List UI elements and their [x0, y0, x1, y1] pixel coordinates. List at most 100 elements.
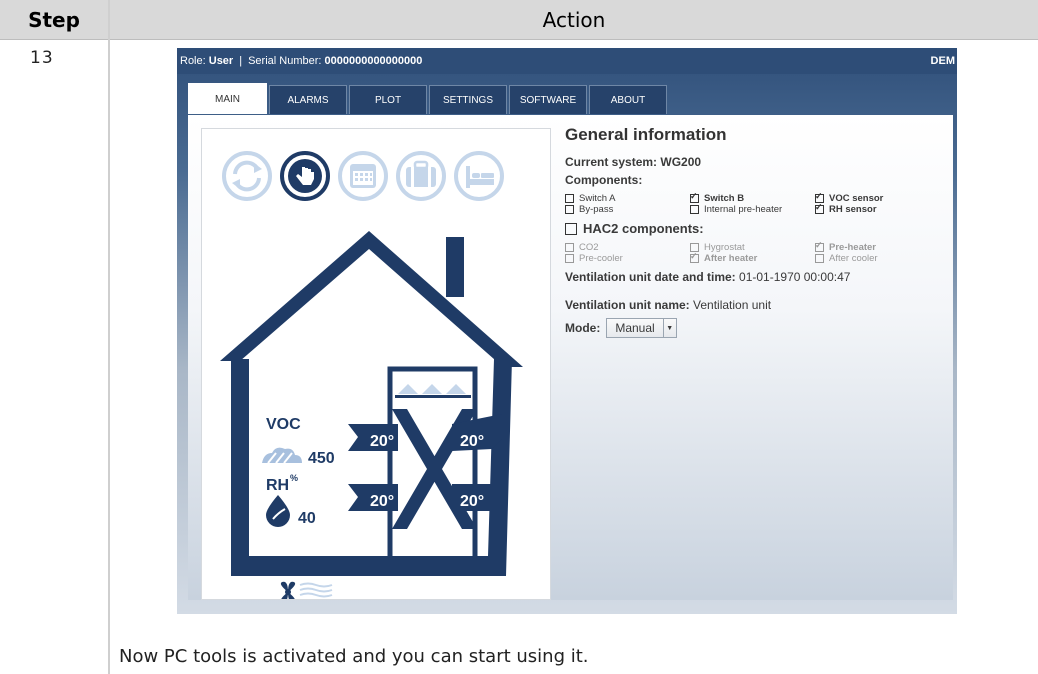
rh-value: 40: [298, 510, 316, 527]
datetime-label: Ventilation unit date and time:: [565, 270, 736, 284]
house-graphic: 20° 20° 20° 20° VOC 450 RH % 40: [220, 151, 523, 603]
chevron-down-icon[interactable]: ▼: [662, 319, 676, 337]
component-label: Hygrostat: [704, 242, 745, 253]
mode-row: Mode: Manual ▼: [565, 318, 950, 338]
temp-exhaust-in: 20°: [370, 493, 394, 510]
bed-icon[interactable]: [454, 151, 504, 201]
hac2-after-heater: After heater: [690, 251, 815, 264]
step-number: 13: [30, 48, 54, 68]
voc-value: 450: [308, 450, 335, 467]
components-label: Components:: [565, 173, 643, 187]
component-label: Internal pre-heater: [704, 204, 783, 215]
component-rh-sensor: RH sensor: [815, 202, 935, 215]
checkbox: [690, 205, 699, 214]
tab-bar: MAIN ALARMS PLOT SETTINGS SOFTWARE ABOUT: [188, 83, 667, 115]
status-separator: |: [239, 55, 243, 67]
hac2-label: HAC2 components:: [583, 221, 704, 236]
component-label: Switch B: [704, 193, 745, 204]
voc-label: VOC: [266, 416, 301, 433]
checkbox-checked: [815, 240, 824, 252]
instruction-text: Now PC tools is activated and you can st…: [119, 646, 589, 667]
demo-badge: DEM: [930, 55, 955, 67]
main-tab-content: 20° 20° 20° 20° VOC 450 RH % 40 General …: [188, 115, 953, 603]
action-column-header: Action: [542, 7, 606, 32]
hac2-checkbox: [565, 222, 577, 235]
house-illustration: [220, 231, 523, 576]
unit-name-label: Ventilation unit name:: [565, 298, 690, 312]
tab-settings[interactable]: SETTINGS: [429, 85, 507, 114]
mode-select[interactable]: Manual ▼: [606, 318, 677, 338]
component-switch-b: Switch B: [690, 191, 815, 204]
mode-label: Mode:: [565, 321, 601, 335]
step-column-header: Step: [28, 7, 80, 32]
component-label: Pre-heater: [829, 242, 876, 253]
hac2-co2: CO2: [565, 242, 690, 253]
component-label: CO2: [579, 242, 599, 253]
auto-cycle-icon[interactable]: [222, 151, 272, 201]
tab-plot[interactable]: PLOT: [349, 85, 427, 114]
component-label: Pre-cooler: [579, 253, 623, 264]
temp-supply-out: 20°: [460, 433, 484, 450]
checkbox-checked: [690, 191, 699, 203]
checkbox: [565, 194, 574, 203]
component-voc-sensor: VOC sensor: [815, 191, 935, 204]
cloud-icon: [262, 447, 302, 464]
temp-supply-in: 20°: [370, 433, 394, 450]
fan-icon: [280, 581, 296, 603]
tab-software[interactable]: SOFTWARE: [509, 85, 587, 114]
serial-label: Serial Number:: [248, 55, 322, 67]
component-label: VOC sensor: [829, 193, 884, 204]
rh-unit: %: [290, 473, 298, 483]
airflow-icon: [299, 582, 333, 598]
components-list: Switch A Switch B VOC sensor By-pass Int…: [565, 191, 950, 215]
component-label: After cooler: [829, 253, 878, 264]
component-switch-a: Switch A: [565, 193, 690, 204]
unit-name-row: Ventilation unit name: Ventilation unit: [565, 298, 950, 312]
checkbox: [565, 254, 574, 263]
component-label: RH sensor: [829, 204, 877, 215]
hac2-components-header: HAC2 components:: [565, 221, 950, 236]
tab-about[interactable]: ABOUT: [589, 85, 667, 114]
droplet-icon: [266, 495, 290, 527]
hac2-hygrostat: Hygrostat: [690, 242, 815, 253]
checkbox: [815, 254, 824, 263]
general-information-panel: General information Current system: WG20…: [565, 125, 950, 338]
component-label: Switch A: [579, 193, 616, 204]
current-system-row: Current system: WG200: [565, 155, 950, 169]
tab-main[interactable]: MAIN: [188, 83, 267, 114]
datetime-row: Ventilation unit date and time: 01-01-19…: [565, 270, 950, 284]
hac2-after-cooler: After cooler: [815, 253, 935, 264]
checkbox-checked: [690, 251, 699, 263]
temp-exhaust-out: 20°: [460, 493, 484, 510]
mode-select-value: Manual: [615, 321, 655, 335]
current-system-value: WG200: [660, 155, 702, 169]
app-status-bar: Role: User | Serial Number: 000000000000…: [177, 48, 957, 74]
hac2-components-list: CO2 Hygrostat Pre-heater Pre-cooler Afte…: [565, 240, 950, 264]
checkbox: [565, 205, 574, 214]
component-label: After heater: [704, 253, 758, 264]
datetime-value: 01-01-1970 00:00:47: [739, 270, 851, 284]
role-value: User: [208, 55, 234, 67]
component-label: By-pass: [579, 204, 614, 215]
app-body: MAIN ALARMS PLOT SETTINGS SOFTWARE ABOUT: [177, 74, 957, 614]
checkbox: [565, 243, 574, 252]
role-label: Role:: [180, 55, 206, 67]
column-divider: [108, 0, 110, 674]
rh-label: RH: [266, 477, 289, 494]
document-table-header: Step Action: [0, 0, 1038, 40]
pc-tools-window: Role: User | Serial Number: 000000000000…: [177, 48, 957, 614]
general-information-title: General information: [565, 125, 727, 144]
manual-hand-icon[interactable]: [280, 151, 330, 201]
serial-value: 0000000000000000: [324, 55, 423, 67]
checkbox-checked: [815, 202, 824, 214]
suitcase-icon[interactable]: [396, 151, 446, 201]
hac2-pre-heater: Pre-heater: [815, 240, 935, 253]
unit-name-value: Ventilation unit: [693, 298, 772, 312]
house-panel: 20° 20° 20° 20° VOC 450 RH % 40: [201, 128, 551, 603]
calendar-icon[interactable]: [338, 151, 388, 201]
component-by-pass: By-pass: [565, 204, 690, 215]
tab-alarms[interactable]: ALARMS: [269, 85, 347, 114]
hac2-pre-cooler: Pre-cooler: [565, 253, 690, 264]
component-internal-pre-heater: Internal pre-heater: [690, 204, 815, 215]
current-system-label: Current system:: [565, 155, 658, 169]
